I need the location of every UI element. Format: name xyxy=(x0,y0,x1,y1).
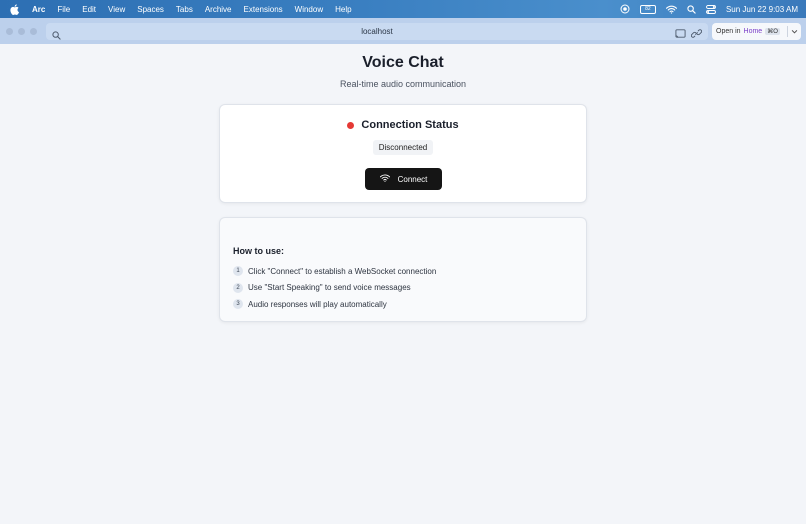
apple-icon[interactable] xyxy=(10,3,20,15)
open-in-divider xyxy=(787,26,788,37)
step-number: 2 xyxy=(233,282,243,293)
open-in-label: Open in xyxy=(716,28,741,35)
list-item: 1 Click "Connect" to establish a WebSock… xyxy=(233,263,436,280)
menubar-clock[interactable]: Sun Jun 22 9:03 AM xyxy=(726,5,798,14)
step-number: 1 xyxy=(233,266,243,277)
step-text: Audio responses will play automatically xyxy=(248,299,387,309)
list-item: 3 Audio responses will play automaticall… xyxy=(233,296,436,313)
battery-level: 82 xyxy=(639,4,656,14)
menu-file[interactable]: File xyxy=(57,5,70,14)
screen-record-icon[interactable] xyxy=(620,4,630,14)
window-controls xyxy=(6,28,37,35)
menu-edit[interactable]: Edit xyxy=(82,5,96,14)
zoom-window-button[interactable] xyxy=(30,28,37,35)
how-to-steps: 1 Click "Connect" to establish a WebSock… xyxy=(233,263,436,313)
url-text[interactable]: localhost xyxy=(46,23,708,40)
wifi-icon xyxy=(379,174,390,184)
status-indicator-dot xyxy=(347,121,355,129)
menu-spaces[interactable]: Spaces xyxy=(137,5,164,14)
list-item: 2 Use "Start Speaking" to send voice mes… xyxy=(233,280,436,297)
open-in-shortcut: ⌘O xyxy=(765,28,780,35)
copy-link-icon[interactable] xyxy=(690,26,703,44)
menu-window[interactable]: Window xyxy=(295,5,323,14)
connect-button[interactable]: Connect xyxy=(365,168,442,190)
close-window-button[interactable] xyxy=(6,28,13,35)
page-content: Voice Chat Real-time audio communication… xyxy=(0,44,806,524)
menu-help[interactable]: Help xyxy=(335,5,351,14)
how-to-use-title: How to use: xyxy=(233,246,284,256)
menu-tabs[interactable]: Tabs xyxy=(176,5,193,14)
browser-toolbar: localhost Open in Home ⌘O xyxy=(0,18,806,44)
menu-view[interactable]: View xyxy=(108,5,125,14)
wifi-icon[interactable] xyxy=(665,5,677,14)
menu-archive[interactable]: Archive xyxy=(205,5,232,14)
search-icon xyxy=(52,27,61,45)
control-center-icon[interactable] xyxy=(705,4,716,14)
cast-icon[interactable] xyxy=(675,26,686,44)
address-bar[interactable]: localhost xyxy=(46,23,708,40)
how-to-use-card: How to use: 1 Click "Connect" to establi… xyxy=(219,217,587,322)
page-subtitle: Real-time audio communication xyxy=(339,79,467,89)
step-text: Click "Connect" to establish a WebSocket… xyxy=(248,266,437,276)
status-badge: Disconnected xyxy=(373,140,433,155)
status-heading: Connection Status xyxy=(361,119,459,131)
menu-bar: Arc File Edit View Spaces Tabs Archive E… xyxy=(0,0,806,18)
connect-button-label: Connect xyxy=(397,174,428,184)
status-header: Connection Status xyxy=(220,119,586,131)
open-in-target: Home xyxy=(743,28,763,35)
menu-extensions[interactable]: Extensions xyxy=(244,5,283,14)
chevron-down-icon[interactable] xyxy=(791,27,798,38)
menu-app-arc[interactable]: Arc xyxy=(32,5,45,14)
step-text: Use "Start Speaking" to send voice messa… xyxy=(248,283,411,293)
battery-icon[interactable]: 82 xyxy=(639,4,656,14)
minimize-window-button[interactable] xyxy=(18,28,25,35)
page-title: Voice Chat xyxy=(362,54,444,71)
spotlight-search-icon[interactable] xyxy=(687,4,696,14)
open-in-button[interactable]: Open in Home ⌘O xyxy=(712,23,801,40)
step-number: 3 xyxy=(233,299,243,310)
connection-status-card: Connection Status Disconnected Connect xyxy=(219,104,587,203)
